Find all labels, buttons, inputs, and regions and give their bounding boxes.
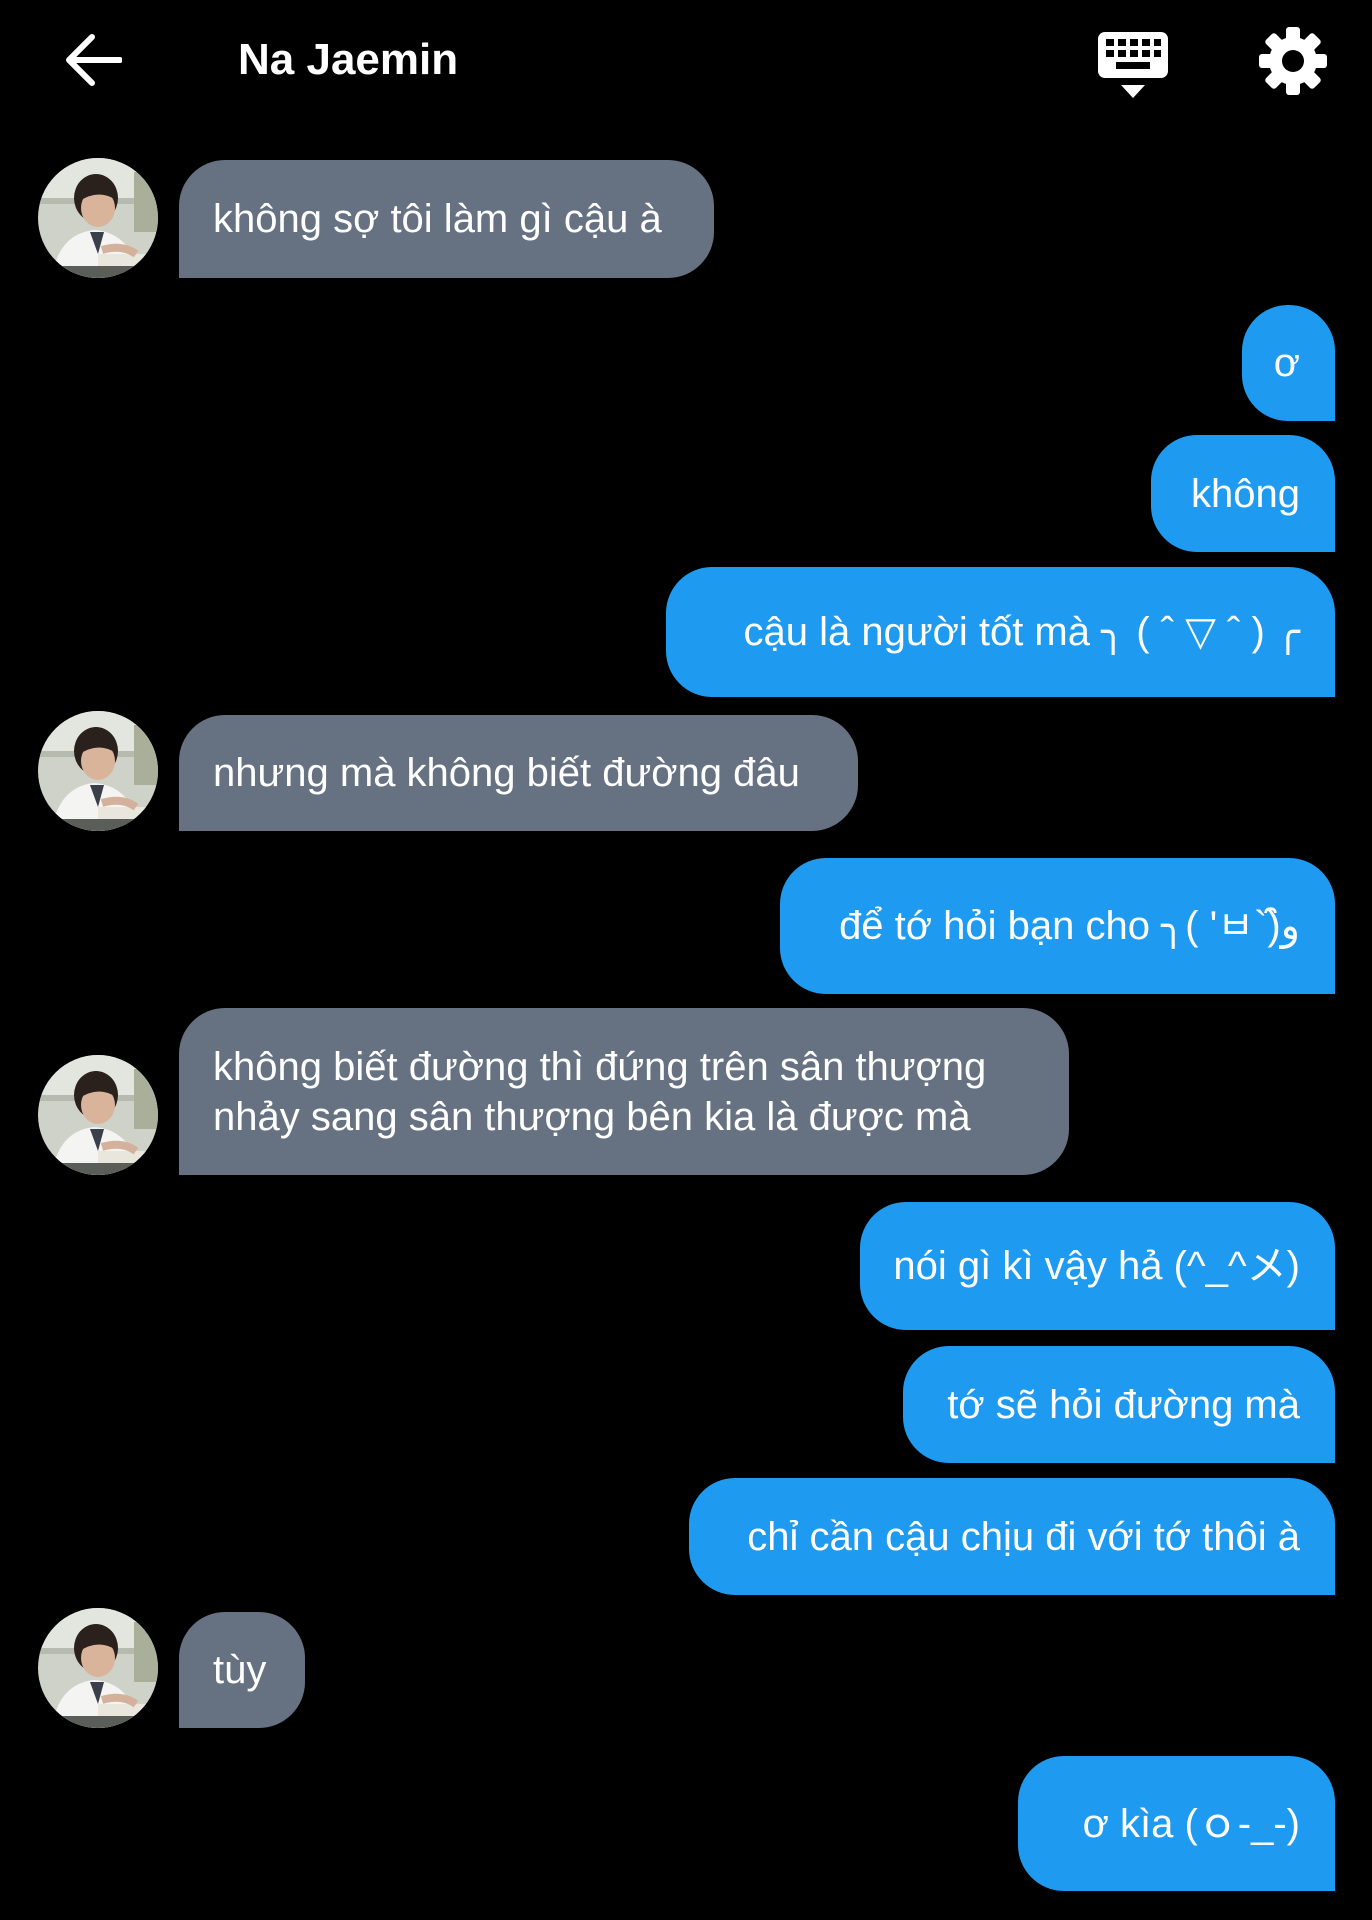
message-outgoing[interactable]: ơ (1242, 305, 1335, 421)
message-outgoing[interactable]: không (1151, 435, 1335, 552)
top-bar: Na Jaemin (0, 0, 1372, 130)
contact-avatar[interactable] (38, 158, 158, 278)
message-incoming[interactable]: tùy (179, 1612, 305, 1728)
message-incoming[interactable]: không biết đường thì đứng trên sân thượn… (179, 1008, 1069, 1175)
keyboard-hide-button[interactable] (1096, 28, 1170, 100)
message-outgoing[interactable]: nói gì kì vậy hả (^_^メ) (860, 1202, 1335, 1330)
message-outgoing[interactable]: chỉ cần cậu chịu đi với tớ thôi à (689, 1478, 1335, 1595)
back-button[interactable] (58, 28, 128, 92)
message-outgoing[interactable]: cậu là người tốt mà ╮ ( ˆ ▽ ˆ ) ╭ (666, 567, 1335, 697)
message-text: nói gì kì vậy hả (^_^メ) (893, 1244, 1300, 1288)
contact-avatar[interactable] (38, 1055, 158, 1175)
arrow-left-icon (66, 34, 122, 86)
message-text: không sợ tôi làm gì cậu à (213, 197, 662, 241)
message-text: nhưng mà không biết đường đâu (213, 751, 800, 795)
keyboard-hide-icon (1098, 32, 1168, 98)
contact-avatar[interactable] (38, 1608, 158, 1728)
settings-button[interactable] (1258, 26, 1328, 96)
chat-title: Na Jaemin (238, 35, 459, 84)
message-text: để tớ hỏi bạn cho ╮( 'ㅂ`)و̑̑ (839, 904, 1300, 948)
message-outgoing[interactable]: ơ kìa (ｏ‐_‐) (1018, 1756, 1335, 1891)
message-text: ơ kìa (ｏ‐_‐) (1082, 1801, 1300, 1846)
message-incoming[interactable]: không sợ tôi làm gì cậu à (179, 160, 714, 278)
message-text-line: không biết đường thì đứng trên sân thượn… (213, 1044, 987, 1089)
contact-avatar[interactable] (38, 711, 158, 831)
message-text: chỉ cần cậu chịu đi với tớ thôi à (747, 1514, 1300, 1559)
gear-icon (1259, 27, 1327, 95)
message-text: không (1191, 471, 1300, 516)
avatar-image (38, 1055, 158, 1175)
avatar-image (38, 158, 158, 278)
message-text: ơ (1273, 341, 1300, 385)
avatar-image (38, 711, 158, 831)
message-text: cậu là người tốt mà ╮ ( ˆ ▽ ˆ ) ╭ (743, 610, 1300, 654)
message-text: tớ sẽ hỏi đường mà (947, 1382, 1300, 1427)
message-text: tùy (213, 1648, 267, 1692)
message-text-line: nhảy sang sân thượng bên kia là được mà (213, 1094, 971, 1139)
message-incoming[interactable]: nhưng mà không biết đường đâu (179, 715, 858, 831)
avatar-image (38, 1608, 158, 1728)
message-outgoing[interactable]: để tớ hỏi bạn cho ╮( 'ㅂ`)و̑̑ (780, 858, 1335, 994)
message-outgoing[interactable]: tớ sẽ hỏi đường mà (903, 1346, 1335, 1463)
